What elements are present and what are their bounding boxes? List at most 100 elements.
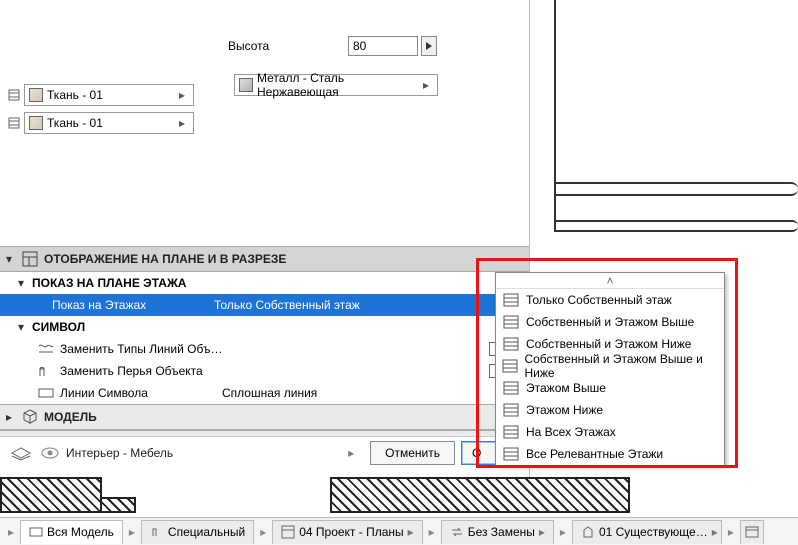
cancel-button[interactable]: Отменить: [370, 441, 455, 465]
section-hatch: [0, 477, 798, 513]
chevron-right-icon[interactable]: ▸: [724, 520, 738, 544]
tab-more[interactable]: [740, 520, 764, 544]
row-replace-pens[interactable]: Заменить Перья Объекта: [0, 360, 529, 382]
tab-project-plans[interactable]: 04 Проект - Планы ▸: [272, 520, 422, 544]
popup-item-label: Только Собственный этаж: [526, 293, 672, 307]
collapse-arrow-icon: ▾: [18, 276, 28, 290]
row-label: Линии Символа: [60, 386, 218, 400]
chevron-right-icon[interactable]: ▸: [125, 520, 139, 544]
popup-item[interactable]: Только Собственный этаж: [496, 289, 724, 311]
line-icon: [36, 384, 56, 402]
floor-icon: [502, 446, 520, 462]
collapse-arrow-icon: ▾: [18, 320, 28, 334]
floor-icon: [502, 314, 520, 330]
tab-strip: ▸ Вся Модель ▸ Специальный ▸ 04 Проект -…: [0, 517, 798, 545]
height-input[interactable]: [348, 36, 418, 56]
pen-icon: [36, 362, 56, 380]
popup-item[interactable]: Этажом Ниже: [496, 399, 724, 421]
subsection-label: ПОКАЗ НА ПЛАНЕ ЭТАЖА: [32, 276, 190, 290]
material-steel[interactable]: Металл - Сталь Нержавеющая ▸: [234, 74, 438, 96]
row-replace-line-types[interactable]: Заменить Типы Линий Объ…: [0, 338, 529, 360]
calendar-icon: [745, 525, 759, 539]
floor-icon: [502, 424, 520, 440]
material-label: Ткань - 01: [47, 88, 171, 102]
section-display-plan-section[interactable]: ▾ ОТОБРАЖЕНИЕ НА ПЛАНЕ И В РАЗРЕЗЕ: [0, 246, 529, 272]
popup-item-label: Этажом Выше: [526, 381, 606, 395]
material-label: Ткань - 01: [47, 116, 171, 130]
stepper-button[interactable]: [421, 36, 437, 56]
floor-icon: [502, 358, 518, 374]
row-value: Только Собственный этаж: [214, 298, 503, 312]
floor-icon: [502, 292, 520, 308]
link-icon: [6, 112, 22, 134]
floor-icon: [502, 380, 520, 396]
chevron-right-icon[interactable]: ▸: [4, 520, 18, 544]
section-model[interactable]: ▸ МОДЕЛЬ: [0, 404, 529, 430]
material-fabric-2[interactable]: Ткань - 01 ▸: [24, 112, 194, 134]
popup-item[interactable]: Собственный и Этажом Выше: [496, 311, 724, 333]
popup-item-label: Все Релевантные Этажи: [526, 447, 663, 461]
subsection-label: СИМВОЛ: [32, 320, 190, 334]
section-title: МОДЕЛЬ: [44, 410, 97, 424]
material-swatch-icon: [29, 88, 43, 102]
row-label: Заменить Типы Линий Объ…: [60, 342, 260, 356]
popup-item[interactable]: Этажом Выше: [496, 377, 724, 399]
chevron-right-icon: ▸: [175, 88, 189, 102]
popup-item-label: Этажом Ниже: [526, 403, 603, 417]
material-label: Металл - Сталь Нержавеющая: [257, 71, 415, 99]
tab-label: Специальный: [168, 525, 245, 539]
line-type-icon: [36, 340, 56, 358]
popup-item[interactable]: Собственный и Этажом Выше и Ниже: [496, 355, 724, 377]
chevron-right-icon: ▸: [348, 446, 364, 460]
cube-icon: [22, 409, 38, 425]
section-icon: [22, 251, 38, 267]
chevron-right-icon: ▸: [712, 525, 718, 539]
link-icon: [6, 84, 22, 106]
row-label: Заменить Перья Объекта: [60, 364, 260, 378]
material-swatch-icon: [29, 116, 43, 130]
tab-label: Вся Модель: [47, 525, 114, 539]
height-label: Высота: [228, 39, 348, 53]
floor-icon: [502, 336, 520, 352]
subsection-symbol[interactable]: ▾ СИМВОЛ: [0, 316, 529, 338]
popup-item[interactable]: Все Релевантные Этажи: [496, 443, 724, 465]
chevron-right-icon: ▸: [408, 525, 414, 539]
material-fabric-1[interactable]: Ткань - 01 ▸: [24, 84, 194, 106]
tab-existing[interactable]: 01 Существующе… ▸: [572, 520, 722, 544]
row-value: Сплошная линия: [222, 386, 501, 400]
floor-icon: [502, 402, 520, 418]
drawing-line: [554, 220, 798, 232]
pen-icon: [150, 525, 164, 539]
chevron-right-icon: ▸: [539, 525, 545, 539]
scroll-up-icon[interactable]: ˄: [496, 273, 724, 289]
layers-icon: [8, 443, 34, 463]
floor-display-popup[interactable]: ˄ Только Собственный этаж Собственный и Э…: [495, 272, 725, 466]
chevron-right-icon: ▸: [175, 116, 189, 130]
row-show-on-floors[interactable]: Показ на Этажах Только Собственный этаж …: [0, 294, 529, 316]
chevron-right-icon[interactable]: ▸: [425, 520, 439, 544]
tab-special[interactable]: Специальный: [141, 520, 254, 544]
tab-all-model[interactable]: Вся Модель: [20, 520, 123, 544]
tab-label: 01 Существующе…: [599, 525, 708, 539]
layer-name[interactable]: Интерьер - Мебель: [66, 446, 342, 460]
popup-item-label: Собственный и Этажом Выше: [526, 315, 694, 329]
chevron-right-icon[interactable]: ▸: [256, 520, 270, 544]
popup-item[interactable]: На Всех Этажах: [496, 421, 724, 443]
building-icon: [581, 525, 595, 539]
chevron-right-icon[interactable]: ▸: [556, 520, 570, 544]
material-swatch-icon: [239, 78, 253, 92]
eye-icon[interactable]: [40, 445, 60, 461]
popup-item-label: Собственный и Этажом Выше и Ниже: [524, 352, 718, 380]
chevron-right-icon: ▸: [419, 78, 433, 92]
tab-label: Без Замены: [468, 525, 535, 539]
swap-icon: [450, 525, 464, 539]
popup-item-label: Собственный и Этажом Ниже: [526, 337, 691, 351]
tab-label: 04 Проект - Планы: [299, 525, 403, 539]
tab-no-replacement[interactable]: Без Замены ▸: [441, 520, 554, 544]
collapse-arrow-icon: ▾: [6, 252, 16, 266]
row-symbol-lines[interactable]: Линии Символа Сплошная линия ▸: [0, 382, 529, 404]
layers-icon: [29, 525, 43, 539]
drawing-line: [554, 182, 798, 196]
subsection-floor-plan-show[interactable]: ▾ ПОКАЗ НА ПЛАНЕ ЭТАЖА: [0, 272, 529, 294]
section-title: ОТОБРАЖЕНИЕ НА ПЛАНЕ И В РАЗРЕЗЕ: [44, 252, 286, 266]
